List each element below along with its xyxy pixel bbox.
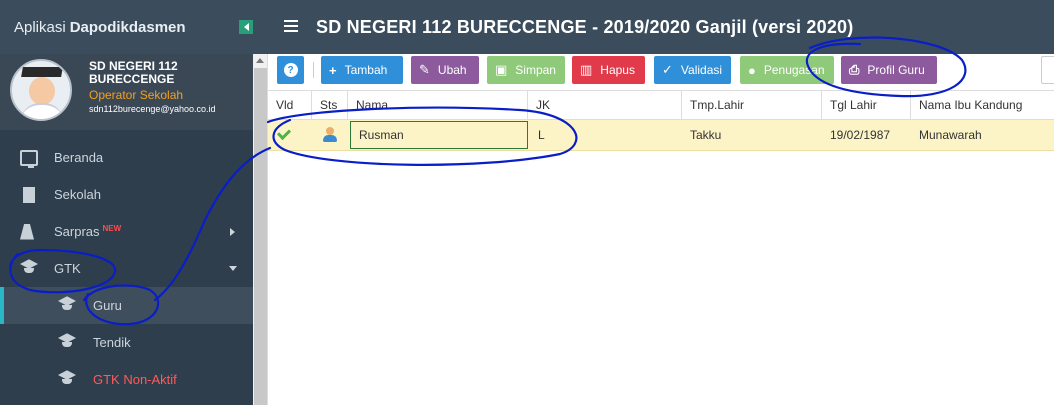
building-icon: [23, 186, 35, 203]
col-nama[interactable]: Nama: [348, 91, 528, 120]
save-label: Simpan: [515, 63, 556, 77]
chevron-down-icon: [229, 266, 237, 271]
app-brand: Aplikasi Dapodikdasmen: [0, 0, 253, 54]
plus-icon: +: [329, 62, 337, 78]
sidebar-item-sarpras[interactable]: Sarpras NEW: [0, 213, 253, 250]
user-email: sdn112burecenge@yahoo.co.id: [89, 104, 216, 114]
scroll-up-icon[interactable]: [256, 58, 264, 63]
delete-label: Hapus: [600, 63, 635, 77]
col-tgl-lahir[interactable]: Tgl Lahir: [822, 91, 911, 120]
print-icon: ⎙: [849, 62, 860, 77]
app-name: Dapodikdasmen: [69, 18, 186, 36]
graduation-cap-icon: [58, 298, 76, 314]
help-button[interactable]: ?: [277, 56, 304, 84]
collapse-sidebar-button[interactable]: [239, 20, 253, 34]
school-name: SD NEGERI 112 BURECCENGE: [89, 59, 178, 86]
cell-vld[interactable]: [268, 120, 312, 150]
sidebar-item-gtk-non-aktif[interactable]: GTK Non-Aktif: [0, 361, 253, 398]
vertical-scrollbar[interactable]: [253, 54, 268, 405]
avatar: [10, 59, 72, 121]
check-icon: [276, 125, 292, 141]
graduation-cap-icon: [58, 372, 76, 388]
cell-tmp-lahir[interactable]: Takku: [682, 120, 822, 150]
sidebar-item-gtk[interactable]: GTK: [0, 250, 253, 287]
toolbar: ? + Tambah ✎ Ubah ▣ Simpan ▥ Hapus ✓ Val…: [268, 54, 1054, 90]
sidebar-item-label: Sekolah: [54, 187, 101, 202]
user-icon: ●: [748, 62, 756, 78]
road-icon: [20, 223, 34, 240]
trash-icon: ▥: [580, 62, 593, 77]
app-prefix: Aplikasi: [14, 18, 66, 36]
table-header: Vld Sts Nama JK Tmp.Lahir Tgl Lahir Nama…: [268, 90, 1054, 120]
toolbar-divider: [313, 62, 314, 78]
col-sts[interactable]: Sts: [312, 91, 348, 120]
profile-guru-button[interactable]: ⎙ Profil Guru: [841, 56, 937, 84]
cell-nama[interactable]: Rusman: [350, 121, 528, 149]
sidebar-item-tendik[interactable]: Tendik: [0, 324, 253, 361]
pencil-icon: ✎: [419, 62, 430, 77]
cell-sts[interactable]: [312, 120, 348, 150]
col-nama-ibu[interactable]: Nama Ibu Kandung: [911, 91, 1054, 120]
col-vld[interactable]: Vld: [268, 91, 312, 120]
top-header: SD NEGERI 112 BURECCENGE - 2019/2020 Gan…: [253, 0, 1054, 54]
sidebar-item-label: Sarpras: [54, 224, 100, 239]
app-window: Aplikasi Dapodikdasmen SD NEGERI 112 BUR…: [0, 0, 1054, 405]
monitor-icon: [20, 149, 38, 168]
graduation-cap-icon: [20, 261, 38, 277]
cell-tgl-lahir[interactable]: 19/02/1987: [822, 120, 911, 150]
validate-label: Validasi: [680, 63, 723, 77]
sidebar-item-beranda[interactable]: Beranda: [0, 139, 253, 176]
sidebar-item-label: Guru: [93, 298, 122, 313]
sidebar-item-label: Tendik: [93, 335, 131, 350]
cell-nama-ibu[interactable]: Munawarah: [911, 120, 1054, 150]
floppy-icon: ▣: [495, 62, 508, 77]
assign-button[interactable]: ● Penugasan: [740, 56, 834, 84]
check-icon: ✓: [662, 62, 673, 77]
chevron-right-icon: [230, 227, 235, 236]
edit-label: Ubah: [437, 63, 467, 77]
sidebar-item-label: GTK: [54, 261, 81, 276]
col-tmp-lahir[interactable]: Tmp.Lahir: [682, 91, 822, 120]
edit-button[interactable]: ✎ Ubah: [411, 56, 479, 84]
delete-button[interactable]: ▥ Hapus: [572, 56, 645, 84]
sidebar-item-label: Beranda: [54, 150, 104, 165]
help-icon: ?: [283, 63, 298, 77]
user-profile: SD NEGERI 112 BURECCENGE Operator Sekola…: [0, 54, 253, 130]
person-icon: [323, 127, 337, 143]
scrollbar-thumb[interactable]: [254, 68, 267, 405]
teacher-table: Vld Sts Nama JK Tmp.Lahir Tgl Lahir Nama…: [268, 90, 1054, 405]
sidebar-item-sekolah[interactable]: Sekolah: [0, 176, 253, 213]
add-label: Tambah: [344, 63, 388, 77]
sidebar: Aplikasi Dapodikdasmen SD NEGERI 112 BUR…: [0, 0, 253, 405]
new-badge: NEW: [102, 224, 122, 233]
page-title: SD NEGERI 112 BURECCENGE - 2019/2020 Gan…: [316, 17, 854, 37]
add-button[interactable]: + Tambah: [321, 56, 403, 84]
user-role: Operator Sekolah: [89, 88, 184, 102]
assign-label: Penugasan: [763, 63, 825, 77]
table-row[interactable]: Rusman L Takku 19/02/1987 Munawarah: [268, 120, 1054, 151]
sidebar-item-label: GTK Non-Aktif: [93, 372, 177, 387]
col-jk[interactable]: JK: [528, 91, 682, 120]
more-button[interactable]: [1041, 56, 1054, 84]
profile-label: Profil Guru: [867, 63, 925, 77]
sidebar-item-guru[interactable]: Guru: [0, 287, 253, 324]
validate-button[interactable]: ✓ Validasi: [654, 56, 731, 84]
graduation-cap-icon: [58, 335, 76, 351]
save-button[interactable]: ▣ Simpan: [487, 56, 565, 84]
cell-jk[interactable]: L: [530, 120, 682, 150]
menu-icon[interactable]: [284, 20, 298, 32]
